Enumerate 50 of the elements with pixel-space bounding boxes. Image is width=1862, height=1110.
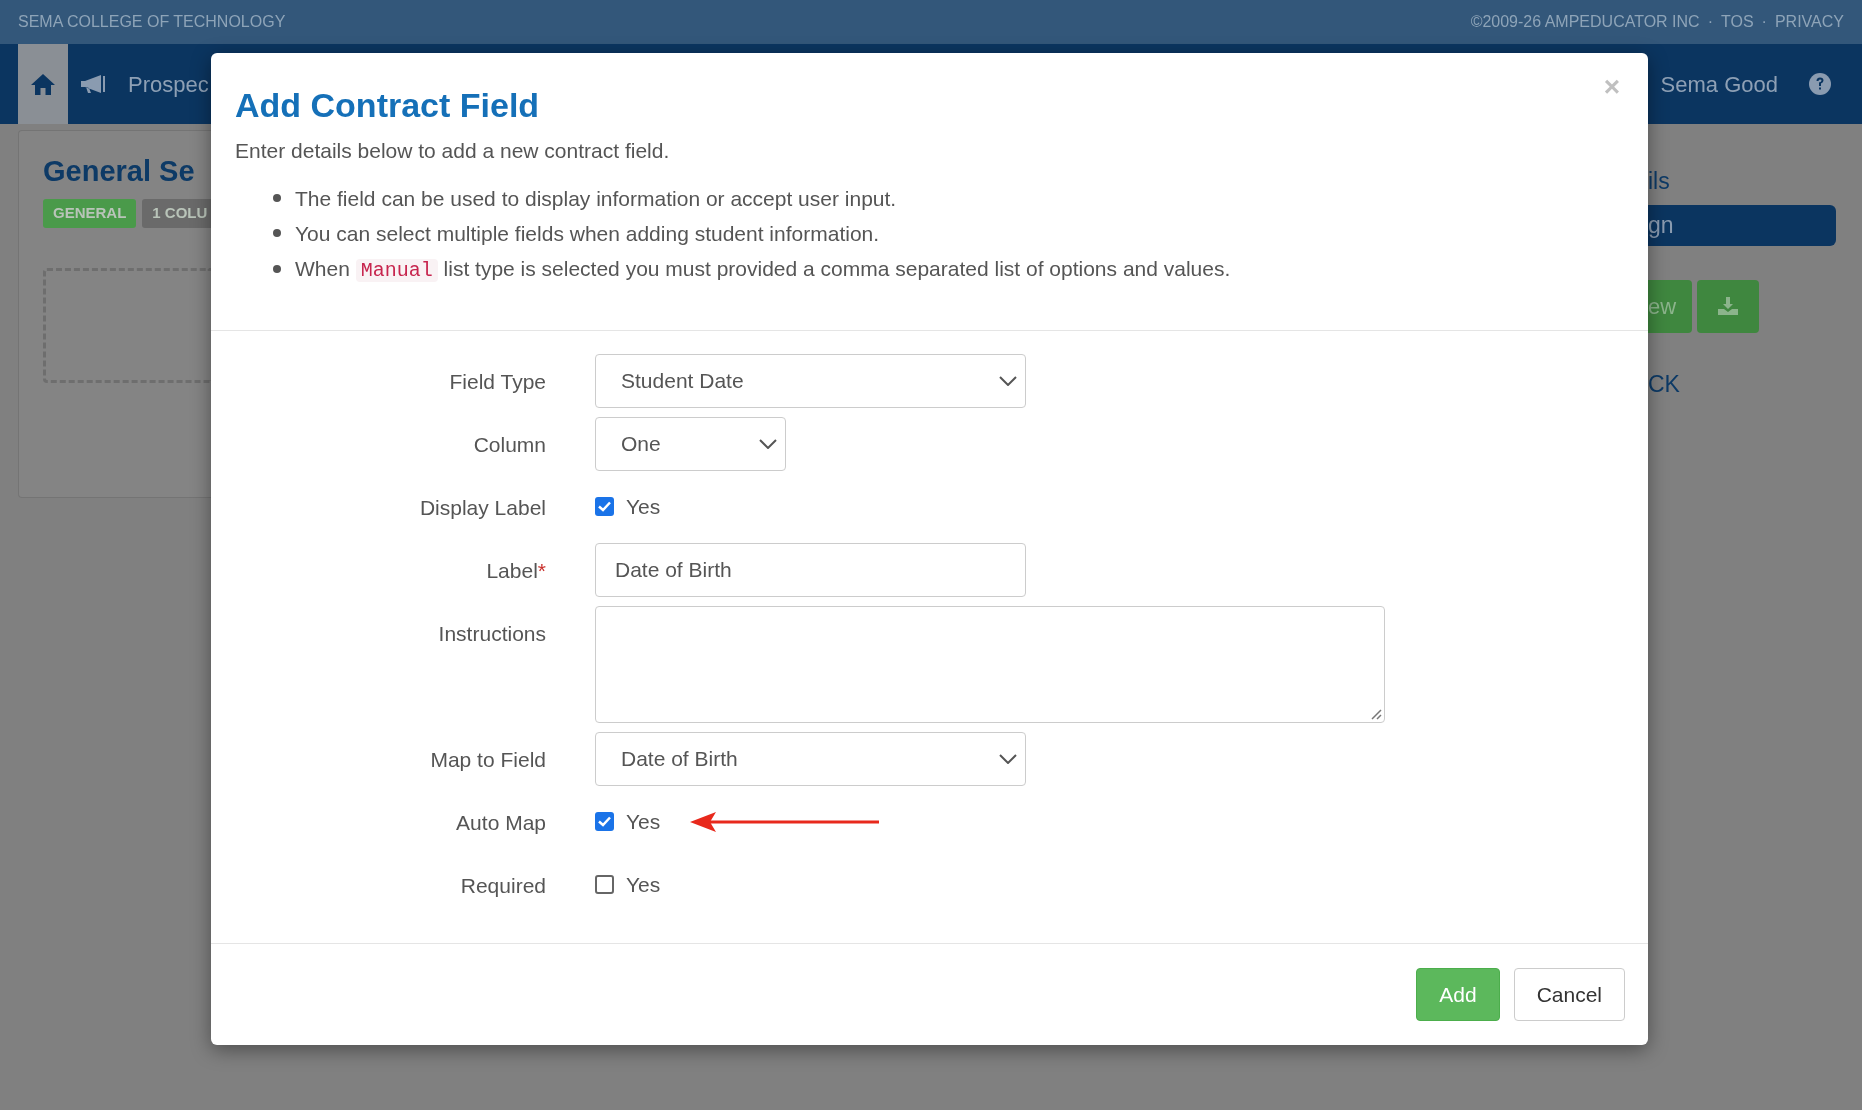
select-field[interactable]: Student Date xyxy=(595,353,1026,408)
select-value: One xyxy=(621,430,661,457)
dialog-intro: Enter details below to add a new contract field. xyxy=(235,138,671,164)
field-label: Label xyxy=(486,557,538,584)
resize-handle-icon xyxy=(1370,707,1382,720)
copyright-text: ©2009-26 AMPEDUCATOR INC xyxy=(1470,12,1700,32)
select-value: Student Date xyxy=(621,367,744,394)
field-label: Field Type xyxy=(449,368,546,395)
checkbox-label: Yes xyxy=(626,871,661,898)
field-label: Required xyxy=(460,872,546,899)
checkbox-label: Yes xyxy=(626,808,661,835)
checkbox[interactable] xyxy=(595,497,614,516)
download-icon xyxy=(1717,296,1739,316)
action-bar[interactable]: gn xyxy=(1648,204,1836,246)
bullet-text: You can select multiple fields when adding student information. xyxy=(295,220,880,247)
tag: GENERAL xyxy=(43,199,137,228)
chevron-down-icon xyxy=(759,438,777,449)
section-heading: ils xyxy=(1648,167,1670,196)
checkbox-label: Yes xyxy=(626,493,661,520)
required-mark: * xyxy=(537,557,546,584)
select-field[interactable]: One xyxy=(595,416,786,471)
select-field[interactable]: Date of Birth xyxy=(595,731,1026,786)
footer-link[interactable]: TOS xyxy=(1721,10,1754,34)
back-link[interactable]: CK xyxy=(1648,366,1680,401)
checkbox[interactable] xyxy=(595,812,614,831)
cancel-button[interactable]: Cancel xyxy=(1513,968,1625,1021)
user-name[interactable]: Sema Good xyxy=(1660,44,1778,124)
field-label: Instructions xyxy=(438,620,546,647)
bullet-text: When Manual list type is selected you must provided a comma separated list of options and values. xyxy=(295,255,1231,284)
home-icon xyxy=(30,72,56,96)
chevron-down-icon xyxy=(999,753,1017,764)
page-title: General Se xyxy=(43,154,195,189)
footer-link[interactable]: PRIVACY xyxy=(1774,10,1844,34)
field-label: Map to Field xyxy=(430,746,546,773)
bullet-text: The field can be used to display information or accept user input. xyxy=(295,185,897,212)
input-field[interactable]: Date of Birth xyxy=(595,542,1026,597)
help-icon xyxy=(1808,72,1832,96)
field-label: Display Label xyxy=(419,494,546,521)
home-tab[interactable] xyxy=(18,44,68,124)
select-value: Date of Birth xyxy=(621,745,738,772)
checkbox[interactable] xyxy=(595,875,614,894)
chevron-down-icon xyxy=(999,375,1017,386)
megaphone-icon xyxy=(79,73,107,95)
separator-dot: · xyxy=(1761,12,1767,32)
field-label: Auto Map xyxy=(456,809,546,836)
field-label: Column xyxy=(473,431,546,458)
dialog-title: Add Contract Field xyxy=(235,85,540,126)
add-button[interactable]: Add xyxy=(1416,968,1500,1021)
separator-dot: · xyxy=(1707,12,1713,32)
school-name: SEMA COLLEGE OF TECHNOLOGY xyxy=(18,12,286,32)
